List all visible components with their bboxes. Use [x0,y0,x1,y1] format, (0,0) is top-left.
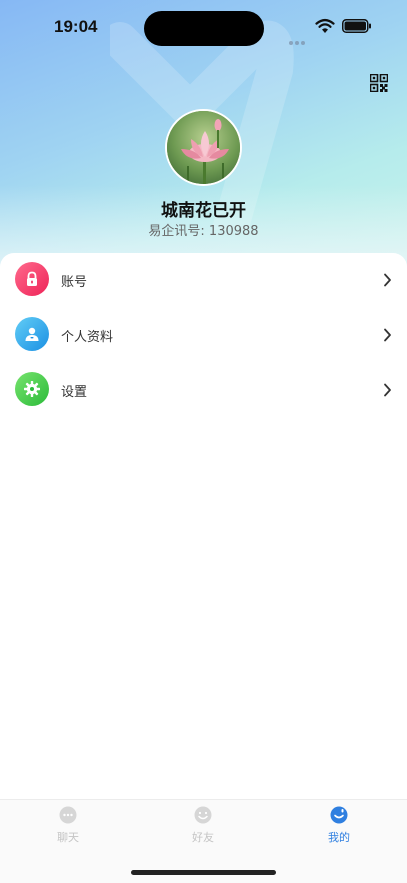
signal-dots-icon [289,30,311,45]
chevron-right-icon [384,383,391,397]
user-icon [25,327,39,341]
menu-label-account: 账号 [61,275,88,290]
battery-icon [342,19,371,33]
menu-item-account[interactable]: 账号 [0,253,407,308]
me-icon [330,806,348,824]
menu-icon-bg [15,372,49,406]
tab-me[interactable]: 我的 [299,806,379,850]
wifi-icon [315,18,335,33]
smile-icon [194,806,212,824]
profile-id: 易企讯号: 130988 [148,224,259,239]
menu-card: 账号 个人资料 设置 [0,253,407,799]
chat-bubble-icon [59,806,77,824]
tab-label-chat: 聊天 [57,831,79,844]
dynamic-island [144,11,264,46]
status-bar: 19:04 [0,0,407,56]
profile-name: 城南花已开 [161,201,246,221]
gear-icon [24,381,40,397]
tab-friends[interactable]: 好友 [163,806,243,850]
menu-item-settings[interactable]: 设置 [0,363,407,418]
qr-code-icon[interactable] [370,74,388,92]
home-indicator[interactable] [131,870,276,875]
avatar[interactable] [165,109,242,186]
chevron-right-icon [384,273,391,287]
menu-label-settings: 设置 [61,385,88,400]
menu-icon-bg [15,262,49,296]
menu-icon-bg [15,317,49,351]
tab-chat[interactable]: 聊天 [28,806,108,850]
lock-icon [27,271,37,286]
status-time: 19:04 [54,17,98,36]
tab-label-friends: 好友 [192,831,214,844]
chevron-right-icon [384,328,391,342]
menu-item-profile[interactable]: 个人资料 [0,308,407,363]
menu-label-profile: 个人资料 [61,330,114,345]
tab-label-me: 我的 [328,831,350,844]
